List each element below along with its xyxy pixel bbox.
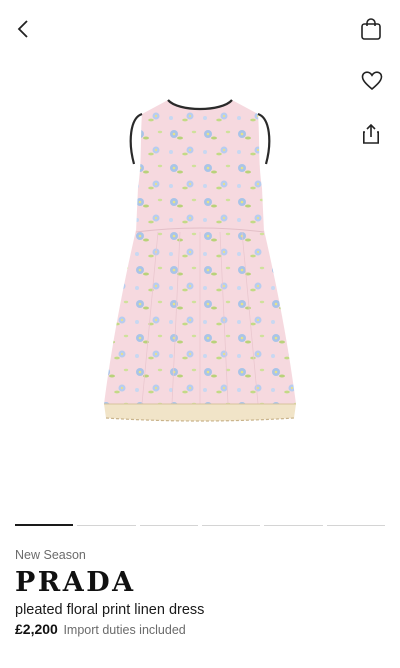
product-title: pleated floral print linen dress bbox=[15, 602, 205, 618]
pager-segment[interactable] bbox=[326, 525, 385, 526]
price: £2,200 bbox=[15, 621, 58, 637]
product-image bbox=[104, 99, 296, 422]
price-row: £2,200 Import duties included bbox=[15, 621, 385, 637]
brand-name[interactable]: PRADA bbox=[15, 568, 385, 598]
product-image-gallery[interactable] bbox=[0, 60, 400, 510]
shopping-bag-icon[interactable] bbox=[358, 15, 384, 43]
pager-segment[interactable] bbox=[201, 525, 261, 526]
pager-segment[interactable] bbox=[139, 525, 198, 526]
top-bar bbox=[0, 0, 400, 60]
pager-segment[interactable] bbox=[264, 525, 323, 526]
duties-note: Import duties included bbox=[63, 623, 186, 637]
pager-segment[interactable] bbox=[15, 524, 74, 526]
product-info: New Season PRADA pleated floral print li… bbox=[15, 548, 385, 637]
chevron-left-icon[interactable] bbox=[10, 16, 36, 42]
image-pager[interactable] bbox=[15, 524, 385, 526]
season-label: New Season bbox=[15, 548, 86, 562]
pager-segment[interactable] bbox=[77, 525, 136, 526]
